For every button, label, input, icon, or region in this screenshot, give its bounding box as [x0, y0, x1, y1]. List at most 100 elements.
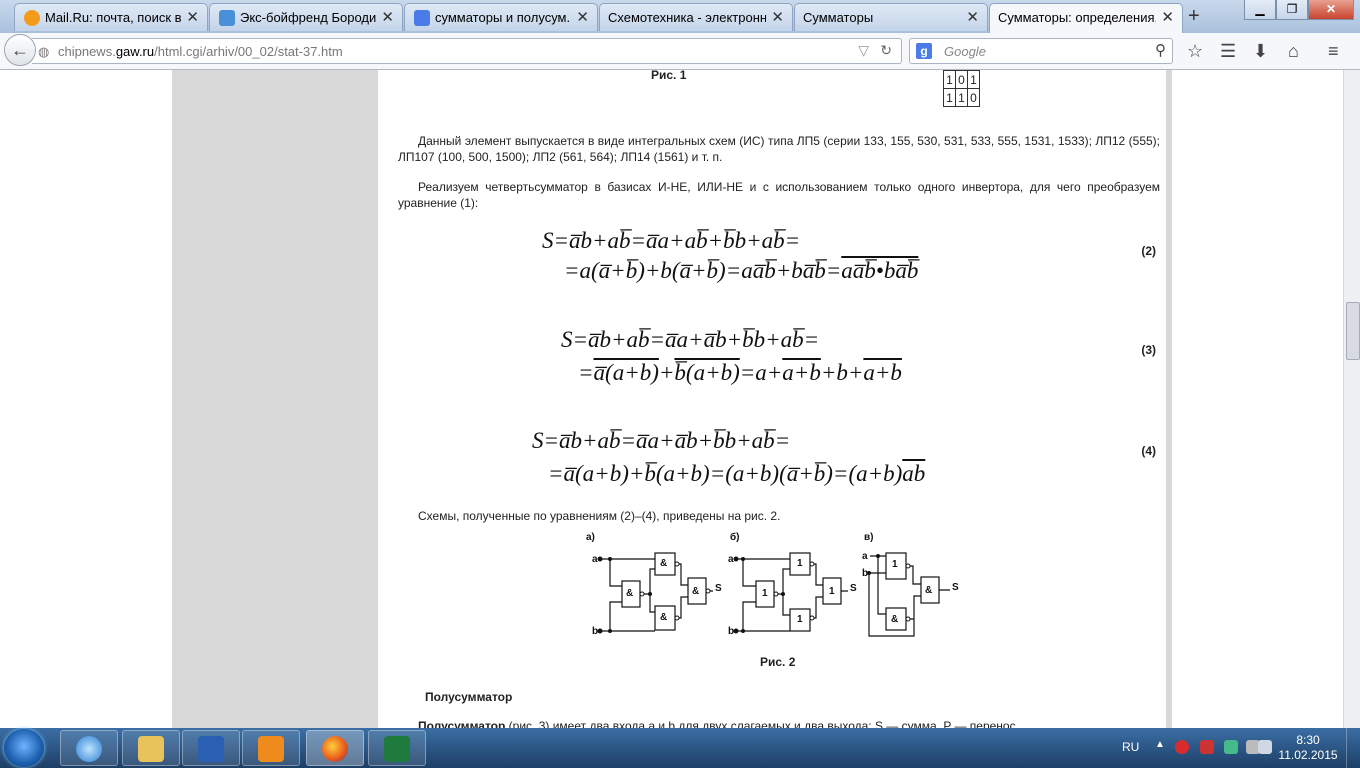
or-gate-label: 1 — [829, 586, 835, 597]
taskbar: RU ▲ 8:30 11.02.2015 — [0, 728, 1360, 768]
window-close-icon[interactable]: ✕ — [1308, 0, 1354, 20]
back-arrow-icon: ← — [11, 40, 29, 60]
tab-ex-boyfriend[interactable]: Экс-бойфренд Бороди... ✕ — [209, 3, 403, 31]
close-icon[interactable]: ✕ — [576, 8, 589, 26]
language-indicator[interactable]: RU — [1122, 740, 1139, 754]
dropdown-arrow-icon[interactable]: ▽ — [858, 42, 869, 59]
close-icon[interactable]: ✕ — [186, 8, 199, 26]
table-cell: 1 — [967, 70, 980, 89]
taskbar-word[interactable] — [182, 730, 240, 766]
tab-circuitry[interactable]: Схемотехника - электронн... ✕ — [599, 3, 793, 31]
circuit-c-label: в) — [864, 532, 873, 543]
download-icon[interactable]: ⬇ — [1253, 41, 1268, 62]
tab-strip: Mail.Ru: почта, поиск в... ✕ Экс-бойфрен… — [0, 0, 1360, 33]
section-heading-half-adder: Полусумматор — [425, 690, 513, 704]
scrollbar-thumb[interactable] — [1346, 302, 1360, 360]
input-a-label: a — [728, 554, 734, 565]
close-icon[interactable]: ✕ — [771, 8, 784, 26]
and-gate-label: & — [891, 614, 898, 625]
paragraph-half-adder: Полусумматор (рис. 3) имеет два входа a … — [418, 719, 1160, 728]
table-cell: 1 — [955, 88, 968, 107]
tab-adders-definitions[interactable]: Сумматоры: определения,... ✕ — [989, 3, 1183, 33]
equation-4-number: (4) — [1141, 444, 1156, 458]
input-a-label: a — [592, 554, 598, 565]
equation-2-line-2: =a(a̅+b̅)+b(a̅+b̅)=aa̅b̅+ba̅b̅=aa̅b̅•ba̅… — [564, 258, 919, 283]
table-cell: 0 — [967, 88, 980, 107]
media-player-icon — [258, 736, 284, 762]
input-a-label: a — [862, 551, 868, 562]
window-controls: ▁ ❐ ✕ — [1244, 0, 1354, 20]
menu-icon[interactable]: ≡ — [1328, 41, 1339, 62]
right-margin — [1166, 70, 1172, 728]
article-content: Рис. 1 1 0 1 1 1 0 Данный элемент выпуск… — [378, 70, 1166, 728]
half-adder-text: (рис. 3) имеет два входа a и b для двух … — [505, 719, 1016, 728]
close-icon[interactable]: ✕ — [381, 8, 394, 26]
show-desktop-button[interactable] — [1346, 728, 1360, 768]
opera-icon[interactable] — [1175, 740, 1189, 754]
home-icon[interactable]: ⌂ — [1288, 41, 1299, 62]
figure-2-circuits: а) a b & & & & S б) a b 1 1 1 1 S в) a b… — [586, 531, 959, 637]
tab-label: Сумматоры — [803, 10, 874, 25]
table-cell: 0 — [955, 70, 968, 89]
network-icon[interactable] — [1200, 740, 1214, 754]
taskbar-firefox[interactable] — [306, 730, 364, 766]
taskbar-media-player[interactable] — [242, 730, 300, 766]
equation-4-line-2: =a̅(a+b)+b̅(a+b)=(a+b)(a̅+b̅)=(a+b)ab — [548, 461, 926, 486]
close-icon[interactable]: ✕ — [1161, 8, 1174, 26]
tray-app-icon[interactable] — [1224, 740, 1238, 754]
left-margin — [172, 70, 378, 728]
search-icon[interactable]: ⚲ — [1155, 41, 1166, 59]
taskbar-explorer[interactable] — [122, 730, 180, 766]
tab-adders[interactable]: Сумматоры ✕ — [794, 3, 988, 31]
table-cell: 1 — [943, 88, 956, 107]
figure-1-caption: Рис. 1 — [651, 70, 687, 82]
restore-icon[interactable]: ❐ — [1276, 0, 1308, 20]
taskbar-excel[interactable] — [368, 730, 426, 766]
search-bar[interactable]: g Google ⚲ — [909, 38, 1173, 64]
output-s-label: S — [952, 582, 959, 593]
input-b-label: b — [592, 626, 598, 637]
reload-icon[interactable]: ↻ — [880, 42, 892, 59]
and-gate-label: & — [626, 588, 633, 599]
table-cell: 1 — [943, 70, 956, 89]
clock-time: 8:30 — [1296, 733, 1320, 747]
back-button[interactable]: ← — [4, 34, 36, 66]
google-icon[interactable]: g — [916, 43, 932, 59]
bookmark-star-icon[interactable]: ☆ — [1187, 41, 1203, 62]
clock[interactable]: 8:30 11.02.2015 — [1278, 733, 1338, 763]
equation-2-number: (2) — [1141, 244, 1156, 258]
equation-3-line-1: S=a̅b+ab̅=a̅a+a̅b+b̅b+ab̅= — [561, 327, 820, 352]
tab-mailru[interactable]: Mail.Ru: почта, поиск в... ✕ — [14, 3, 208, 31]
tab-label: Mail.Ru: почта, поиск в... — [45, 10, 181, 25]
minimize-icon[interactable]: ▁ — [1244, 0, 1276, 20]
tab-google-search[interactable]: сумматоры и полусум... ✕ — [404, 3, 598, 31]
paragraph-quarter-adder: Реализуем четвертьсумматор в базисах И-Н… — [398, 180, 1160, 210]
bookmarks-list-icon[interactable]: ☰ — [1220, 41, 1236, 62]
url-bar[interactable]: ◍ chipnews.gaw.ru/html.cgi/arhiv/00_02/s… — [32, 38, 902, 64]
equation-3-line-2: =a̅(a+b)+b̅(a+b)=a+a+b+b+a+b — [578, 360, 902, 385]
and-gate-label: & — [660, 612, 667, 623]
tray-expand-icon[interactable]: ▲ — [1155, 739, 1165, 750]
firefox-icon — [322, 736, 348, 762]
clock-date: 11.02.2015 — [1278, 748, 1338, 762]
tab-label: Экс-бойфренд Бороди... — [240, 10, 376, 25]
table-row: 1 0 1 — [943, 70, 980, 89]
internet-explorer-icon — [76, 736, 102, 762]
vertical-scrollbar[interactable] — [1343, 70, 1360, 728]
close-icon[interactable]: ✕ — [966, 8, 979, 26]
or-gate-label: 1 — [797, 614, 803, 625]
or-gate-label: 1 — [797, 558, 803, 569]
taskbar-ie[interactable] — [60, 730, 118, 766]
and-gate-label: & — [925, 585, 932, 596]
volume-icon[interactable] — [1258, 740, 1272, 754]
new-tab-button[interactable]: + — [1188, 5, 1200, 28]
paragraph-schemes: Схемы, полученные по уравнениям (2)–(4),… — [418, 509, 781, 523]
search-input[interactable]: Google — [944, 44, 986, 59]
globe-icon: ◍ — [38, 44, 50, 59]
google-icon — [414, 10, 430, 26]
mailru-icon — [24, 10, 40, 26]
url-text[interactable]: chipnews.gaw.ru/html.cgi/arhiv/00_02/sta… — [58, 44, 343, 59]
person-icon — [219, 10, 235, 26]
circuit-b-label: б) — [730, 531, 740, 543]
start-button[interactable] — [4, 729, 44, 767]
